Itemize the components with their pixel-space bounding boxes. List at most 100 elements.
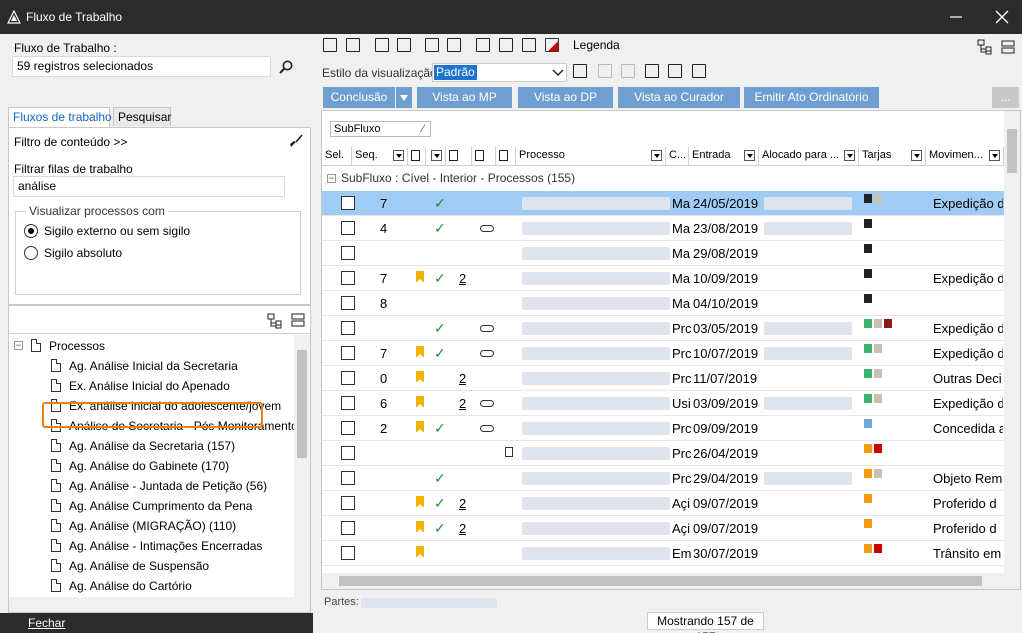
table-row[interactable]: 7 ✓ Prc 10/07/2019 Expedição d [322, 341, 1020, 366]
list-view-icon[interactable] [668, 64, 682, 78]
conclusao-dropdown[interactable] [396, 87, 412, 108]
col-sel[interactable]: Sel. [322, 147, 352, 166]
doc-col-header[interactable] [496, 147, 516, 166]
table-row[interactable]: Em 30/07/2019 Trânsito em [322, 541, 1020, 566]
close-link[interactable]: Fechar [28, 616, 65, 630]
tree-node[interactable]: Ag. Análise da Secretaria (157) [9, 436, 294, 456]
tree-vertical-scrollbar[interactable] [294, 335, 310, 597]
row-select-checkbox[interactable] [341, 246, 355, 260]
tree-horizontal-scrollbar[interactable] [9, 597, 310, 612]
grid-scroll-thumb[interactable] [1007, 129, 1017, 173]
table-row[interactable]: 6 2 Usi 03/09/2019 Expedição d [322, 391, 1020, 416]
row-select-checkbox[interactable] [341, 371, 355, 385]
column-filter-dropdown-icon[interactable] [911, 150, 922, 161]
check-col-header[interactable]: ✓ [426, 147, 446, 166]
emitir-ato-button[interactable]: Emitir Ato Ordinatório [744, 87, 879, 108]
row-select-checkbox[interactable] [341, 221, 355, 235]
tree-node[interactable]: Ex. Análise Inicial do Apenado [9, 376, 294, 396]
tree-node[interactable]: Ag. Análise do Gabinete (170) [9, 456, 294, 476]
tree-collapse-icon[interactable] [291, 313, 305, 327]
col-seq[interactable]: Seq. [352, 147, 408, 166]
row-select-checkbox[interactable] [341, 421, 355, 435]
tab-pesquisar[interactable]: Pesquisar [113, 107, 171, 126]
row-select-checkbox[interactable] [341, 521, 355, 535]
layout-list-icon[interactable] [1001, 40, 1015, 54]
search-doc-icon[interactable] [499, 38, 513, 52]
refresh-icon[interactable] [346, 38, 360, 52]
column-filter-dropdown-icon[interactable] [744, 150, 755, 161]
row-num-link[interactable]: 2 [459, 496, 466, 511]
search-icon[interactable] [278, 59, 294, 75]
bookmark-col-header[interactable] [408, 147, 426, 166]
table-row[interactable]: 2 ✓ Prc 09/09/2019 Concedida a [322, 416, 1020, 441]
minimize-icon[interactable] [947, 8, 965, 26]
row-num-link[interactable]: 2 [459, 396, 466, 411]
radio-absolute-secrecy[interactable] [24, 246, 38, 260]
book-icon[interactable] [645, 64, 659, 78]
col-processo[interactable]: Processo [516, 147, 666, 166]
close-icon[interactable] [993, 8, 1011, 26]
new-icon[interactable] [323, 38, 337, 52]
table-row[interactable]: Prc 26/04/2019 [322, 441, 1020, 466]
row-num-link[interactable]: 2 [459, 521, 466, 536]
tree-node[interactable]: Ag. Análise (MIGRAÇÃO) (110) [9, 516, 294, 536]
table-row[interactable]: Ma 29/08/2019 [322, 241, 1020, 266]
tree-scroll-thumb[interactable] [297, 350, 307, 458]
tree-node[interactable]: Ag. Análise de Suspensão [9, 556, 294, 576]
row-select-checkbox[interactable] [341, 296, 355, 310]
delete-view-icon[interactable] [598, 64, 612, 78]
table-row[interactable]: 7 ✓ 2 Ma 10/09/2019 Expedição d [322, 266, 1020, 291]
print-icon[interactable] [425, 38, 439, 52]
table-row[interactable]: 8 Ma 04/10/2019 [322, 291, 1020, 316]
column-filter-dropdown-icon[interactable] [651, 150, 662, 161]
tree-collapse-toggle-icon[interactable]: − [14, 341, 23, 350]
table-row[interactable]: ✓ Prc 29/04/2019 Objeto Rem [322, 466, 1020, 491]
save-icon[interactable] [447, 38, 461, 52]
grid-vertical-scrollbar[interactable] [1004, 111, 1020, 573]
tab-fluxos[interactable]: Fluxos de trabalho [8, 107, 112, 127]
tree-node[interactable]: Ag. Análise Inicial da Secretaria [9, 356, 294, 376]
col-movimento[interactable]: Movimen... [926, 147, 1004, 166]
row-select-checkbox[interactable] [341, 271, 355, 285]
vista-curador-button[interactable]: Vista ao Curador [618, 87, 740, 108]
group-chip[interactable]: SubFluxo ⁄ [330, 121, 431, 137]
column-filter-dropdown-icon[interactable] [989, 150, 1000, 161]
row-select-checkbox[interactable] [341, 321, 355, 335]
table-row[interactable]: 7 ✓ Ma 24/05/2019 Expedição d [322, 191, 1020, 216]
tree-expand-icon[interactable] [267, 313, 283, 329]
export-icon[interactable] [476, 38, 490, 52]
row-select-checkbox[interactable] [341, 496, 355, 510]
group-row[interactable]: − SubFluxo : Cível - Interior - Processo… [322, 167, 1012, 191]
table-row[interactable]: 4 ✓ Ma 23/08/2019 [322, 216, 1020, 241]
col-entrada[interactable]: Entrada [689, 147, 759, 166]
group-collapse-icon[interactable]: − [327, 174, 336, 183]
row-select-checkbox[interactable] [341, 346, 355, 360]
row-select-checkbox[interactable] [341, 196, 355, 210]
table-row[interactable]: ✓ 2 Açi 09/07/2019 Proferido d [322, 491, 1020, 516]
row-num-link[interactable]: 2 [459, 371, 466, 386]
table-row[interactable]: ✓ 2 Açi 09/07/2019 Proferido d [322, 516, 1020, 541]
radio-external-secrecy[interactable] [24, 224, 38, 238]
queue-filter-input[interactable]: análise [13, 176, 285, 197]
view-style-select[interactable]: Padrão [432, 63, 567, 82]
save-view-icon[interactable] [573, 64, 587, 78]
conclusao-button[interactable]: Conclusão [323, 87, 395, 108]
row-select-checkbox[interactable] [341, 396, 355, 410]
column-filter-dropdown-icon[interactable] [844, 150, 855, 161]
copy-check-icon[interactable] [375, 38, 389, 52]
config-view-icon[interactable] [692, 64, 706, 78]
grid-horizontal-scrollbar[interactable] [322, 573, 1020, 589]
content-filter-link[interactable]: Filtro de conteúdo >> [14, 135, 127, 149]
col-tarjas[interactable]: Tarjas [859, 147, 926, 166]
row-select-checkbox[interactable] [341, 471, 355, 485]
grid-hscroll-thumb[interactable] [339, 576, 982, 586]
comment-icon[interactable] [522, 38, 536, 52]
vista-dp-button[interactable]: Vista ao DP [518, 87, 613, 108]
table-row[interactable]: ✓ Prc 03/05/2019 Expedição d [322, 316, 1020, 341]
link-col-header[interactable] [472, 147, 496, 166]
more-button[interactable]: ... [992, 87, 1019, 108]
tree-node[interactable]: − Processos [9, 336, 294, 356]
row-num-link[interactable]: 2 [459, 271, 466, 286]
col-classe[interactable]: C... [666, 147, 689, 166]
column-filter-dropdown-icon[interactable] [431, 150, 442, 161]
